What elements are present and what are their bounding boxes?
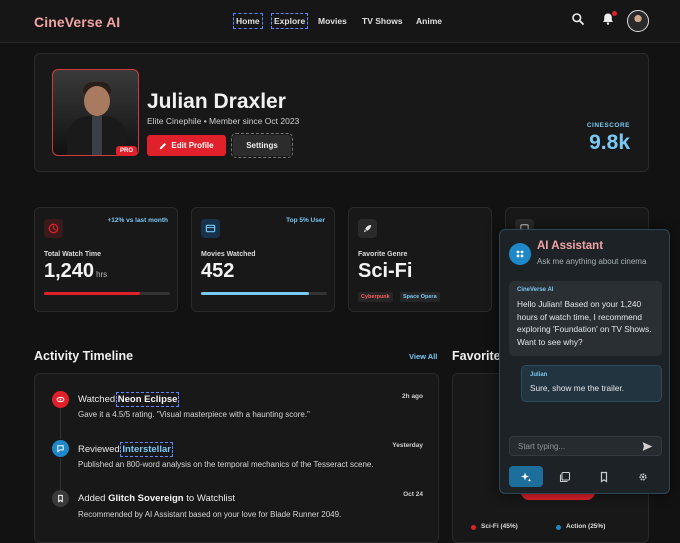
activity-timeline: Watched Neon Eclipse 2h ago Gave it a 4.… — [34, 373, 439, 543]
clock-icon — [44, 219, 63, 238]
stat-card-watch-time: +12% vs last month Total Watch Time 1,24… — [34, 207, 178, 312]
activity-time: 2h ago — [402, 393, 423, 400]
nav-explore[interactable]: Explore — [270, 13, 309, 29]
activity-title: Added Glitch Sovereign to Watchlist — [78, 493, 236, 504]
stat-card-favorite-genre: Favorite Genre Sci-Fi Cyberpunk Space Op… — [348, 207, 492, 312]
activity-description: Published an 800-word analysis on the te… — [78, 460, 374, 469]
stat-value: 452 — [201, 260, 235, 282]
activity-title: Watched Neon Eclipse — [78, 392, 180, 407]
sparkle-icon — [509, 243, 531, 265]
film-icon — [201, 219, 220, 238]
timeline-line — [60, 458, 61, 490]
ai-sparkle-button[interactable] — [509, 466, 543, 487]
stat-value: 1,240 hrs — [44, 260, 108, 282]
message-text: Sure, show me the trailer. — [530, 383, 625, 393]
activity-time: Yesterday — [392, 442, 423, 449]
nav-anime[interactable]: Anime — [416, 16, 442, 26]
ai-assistant-panel: AI Assistant Ask me anything about cinem… — [499, 229, 670, 494]
message-sender: CineVerse AI — [517, 287, 554, 293]
user-avatar[interactable] — [627, 10, 649, 32]
bookmark-icon — [600, 471, 608, 483]
settings-button[interactable]: Settings — [231, 133, 293, 158]
chat-input[interactable] — [509, 436, 662, 456]
activity-title: Reviewed Interstellar — [78, 442, 173, 457]
activity-description: Gave it a 4.5/5 rating. "Visual masterpi… — [78, 410, 310, 419]
profile-photo — [52, 69, 139, 156]
sparkle-icon — [521, 472, 532, 482]
pencil-icon — [160, 142, 167, 149]
progress-bar — [44, 292, 170, 295]
bot-message: CineVerse AI Hello Julian! Based on your… — [509, 281, 662, 356]
stat-label: Movies Watched — [201, 251, 256, 258]
notification-dot — [612, 11, 617, 16]
bookmark-icon — [52, 490, 69, 507]
send-icon[interactable] — [641, 440, 654, 453]
legend-dot — [556, 525, 561, 530]
activity-time: Oct 24 — [403, 491, 423, 498]
comment-icon — [52, 440, 69, 457]
message-text: Hello Julian! Based on your 1,240 hours … — [517, 299, 652, 347]
genre-chip[interactable]: Cyberpunk — [358, 292, 393, 302]
activity-target[interactable]: Glitch Sovereign — [108, 493, 184, 504]
activity-target[interactable]: Neon Eclipse — [115, 392, 180, 407]
ai-assistant-subtitle: Ask me anything about cinema — [537, 257, 647, 266]
legend-label: Action (25%) — [566, 523, 606, 530]
eye-icon — [52, 391, 69, 408]
genre-chip[interactable]: Space Opera — [400, 292, 440, 302]
message-sender: Julian — [530, 372, 548, 378]
nav-movies[interactable]: Movies — [318, 16, 347, 26]
stat-tag: Top 5% User — [286, 217, 325, 224]
ai-assistant-title: AI Assistant — [537, 240, 604, 252]
legend-label: Sci-Fi (45%) — [481, 523, 518, 530]
library-button[interactable] — [548, 466, 582, 487]
stat-card-movies-watched: Top 5% User Movies Watched 452 — [191, 207, 335, 312]
progress-bar — [201, 292, 327, 295]
library-icon — [559, 471, 571, 482]
profile-subtitle: Elite Cinephile • Member since Oct 2023 — [147, 116, 300, 126]
stat-label: Favorite Genre — [358, 251, 408, 258]
cinescore-value: 9.8k — [589, 131, 630, 154]
activity-description: Recommended by AI Assistant based on you… — [78, 510, 342, 519]
profile-card: PRO Julian Draxler Elite Cinephile • Mem… — [34, 53, 649, 172]
nav-tv-shows[interactable]: TV Shows — [362, 16, 403, 26]
ai-settings-button[interactable] — [626, 466, 660, 487]
profile-name: Julian Draxler — [147, 90, 286, 113]
view-all-link[interactable]: View All — [409, 352, 437, 361]
nav-home[interactable]: Home — [233, 13, 263, 29]
rocket-icon — [358, 219, 377, 238]
search-icon[interactable] — [571, 12, 585, 26]
stat-unit: hrs — [96, 270, 108, 279]
edit-profile-button[interactable]: Edit Profile — [147, 135, 226, 156]
progress-fill — [44, 292, 140, 295]
pro-badge: PRO — [116, 146, 138, 156]
favorites-title: Favorite — [452, 349, 501, 363]
top-navbar: CineVerse AI Home Explore Movies TV Show… — [0, 0, 680, 43]
stat-value: Sci-Fi — [358, 260, 413, 282]
gear-icon — [639, 472, 647, 481]
user-message: Julian Sure, show me the trailer. — [521, 365, 662, 402]
stat-label: Total Watch Time — [44, 251, 102, 258]
cinescore-label: CINESCORE — [586, 122, 630, 129]
legend-dot — [471, 525, 476, 530]
bookmark-button[interactable] — [587, 466, 621, 487]
activity-title: Activity Timeline — [34, 349, 134, 363]
progress-fill — [201, 292, 310, 295]
activity-target[interactable]: Interstellar — [120, 442, 173, 457]
app-logo[interactable]: CineVerse AI — [34, 14, 120, 30]
stat-tag: +12% vs last month — [107, 217, 168, 224]
edit-profile-label: Edit Profile — [171, 141, 214, 150]
timeline-line — [60, 408, 61, 439]
